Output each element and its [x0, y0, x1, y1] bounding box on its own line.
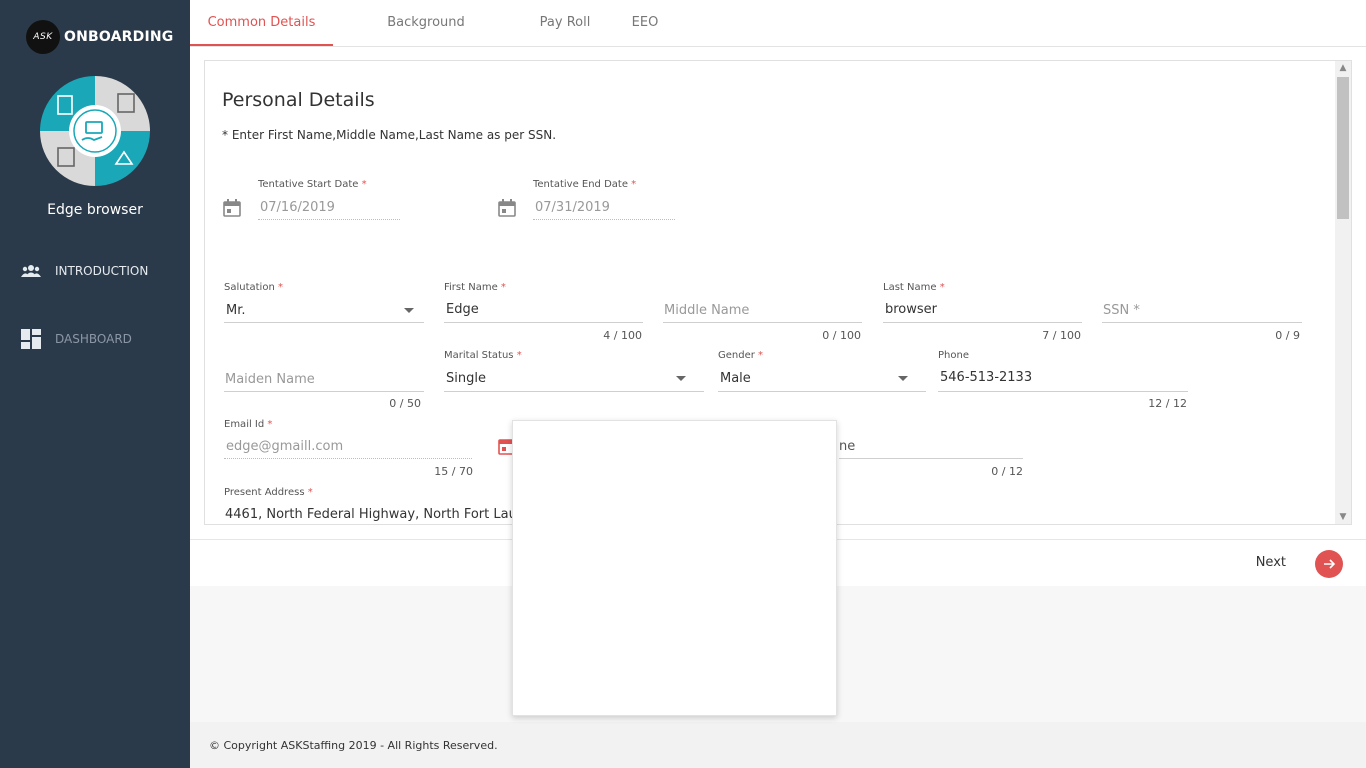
next-button[interactable] [1315, 550, 1343, 578]
end-date-label: Tentative End Date * [533, 179, 637, 190]
footer: © Copyright ASKStaffing 2019 - All Right… [190, 722, 1366, 768]
dashboard-icon [20, 328, 42, 350]
date-picker-popup[interactable] [512, 420, 837, 716]
partial-field-input[interactable]: ne [839, 439, 855, 454]
sidebar-item-introduction[interactable]: INTRODUCTION [20, 260, 148, 282]
gender-select[interactable]: Male [720, 371, 751, 386]
brand: ASK ONBOARDING [26, 20, 173, 54]
ssn-counter: 0 / 9 [1275, 329, 1300, 342]
last-name-label: Last Name * [883, 282, 945, 293]
email-label: Email Id * [224, 419, 273, 430]
phone-input[interactable]: 546-513-2133 [940, 370, 1032, 385]
partial-field-underline [839, 458, 1023, 459]
last-name-underline [883, 322, 1082, 323]
gender-underline [718, 391, 926, 392]
tab-bar: Common Details Background Verification P… [190, 0, 1366, 76]
middle-name-underline [663, 322, 862, 323]
first-name-counter: 4 / 100 [603, 329, 642, 342]
marital-status-underline [444, 391, 704, 392]
middle-name-input[interactable]: Middle Name [664, 303, 749, 318]
present-address-input[interactable]: 4461, North Federal Highway, North Fort … [225, 507, 524, 522]
email-counter: 15 / 70 [434, 465, 473, 478]
present-address-label: Present Address * [224, 487, 313, 498]
sidebar: ASK ONBOARDING Edge browser INTRODUCTION… [0, 0, 190, 768]
ssn-underline [1102, 322, 1302, 323]
marital-status-label: Marital Status * [444, 350, 522, 361]
sidebar-item-label: DASHBOARD [55, 332, 132, 346]
sidebar-item-dashboard[interactable]: DASHBOARD [20, 328, 132, 350]
tab-background-verification[interactable]: Background Verification [350, 0, 502, 76]
users-icon [20, 260, 42, 282]
brand-logo: ASK [26, 20, 60, 54]
last-name-input[interactable]: browser [885, 302, 937, 317]
ssn-note: * Enter First Name,Middle Name,Last Name… [222, 128, 557, 142]
vertical-scrollbar[interactable]: ▲ ▼ [1335, 61, 1351, 524]
salutation-label: Salutation * [224, 282, 283, 293]
middle-name-counter: 0 / 100 [822, 329, 861, 342]
maiden-name-underline [224, 391, 424, 392]
last-name-counter: 7 / 100 [1042, 329, 1081, 342]
email-input[interactable]: edge@gmaill.com [226, 439, 343, 454]
next-label[interactable]: Next [1256, 555, 1286, 570]
sidebar-item-label: INTRODUCTION [55, 264, 149, 278]
first-name-input[interactable]: Edge [446, 302, 479, 317]
tab-eeo[interactable]: EEO [626, 0, 664, 46]
end-date-field[interactable]: 07/31/2019 [535, 200, 610, 215]
start-date-field[interactable]: 07/16/2019 [260, 200, 335, 215]
scrollbar-thumb[interactable] [1337, 77, 1349, 219]
chevron-down-icon[interactable] [676, 376, 686, 381]
partial-field-counter: 0 / 12 [991, 465, 1023, 478]
start-date-label: Tentative Start Date * [258, 179, 367, 190]
gender-label: Gender * [718, 350, 764, 361]
user-name: Edge browser [47, 202, 143, 218]
arrow-right-icon [1324, 559, 1336, 569]
first-name-label: First Name * [444, 282, 506, 293]
chevron-down-icon[interactable] [404, 308, 414, 313]
scroll-up-icon[interactable]: ▲ [1335, 61, 1351, 75]
brand-name: ONBOARDING [64, 29, 174, 45]
avatar [40, 76, 150, 186]
start-date-underline [258, 219, 400, 220]
chevron-down-icon[interactable] [898, 376, 908, 381]
phone-label: Phone [938, 350, 969, 361]
email-underline [224, 458, 472, 459]
onboarding-illustration-icon [40, 76, 150, 186]
tab-common-details[interactable]: Common Details [190, 0, 333, 46]
maiden-name-input[interactable]: Maiden Name [225, 372, 315, 387]
phone-underline [938, 391, 1188, 392]
copyright-text: © Copyright ASKStaffing 2019 - All Right… [209, 739, 498, 752]
phone-counter: 12 / 12 [1148, 397, 1187, 410]
ssn-input[interactable]: SSN * [1103, 303, 1140, 318]
section-title: Personal Details [222, 89, 375, 111]
salutation-select[interactable]: Mr. [226, 303, 246, 318]
tab-pay-roll[interactable]: Pay Roll [534, 0, 596, 46]
marital-status-select[interactable]: Single [446, 371, 486, 386]
salutation-underline [224, 322, 424, 323]
end-date-underline [533, 219, 675, 220]
calendar-icon[interactable] [498, 199, 516, 217]
maiden-name-counter: 0 / 50 [389, 397, 421, 410]
scroll-down-icon[interactable]: ▼ [1335, 510, 1351, 524]
calendar-icon[interactable] [223, 199, 241, 217]
first-name-underline [444, 322, 643, 323]
